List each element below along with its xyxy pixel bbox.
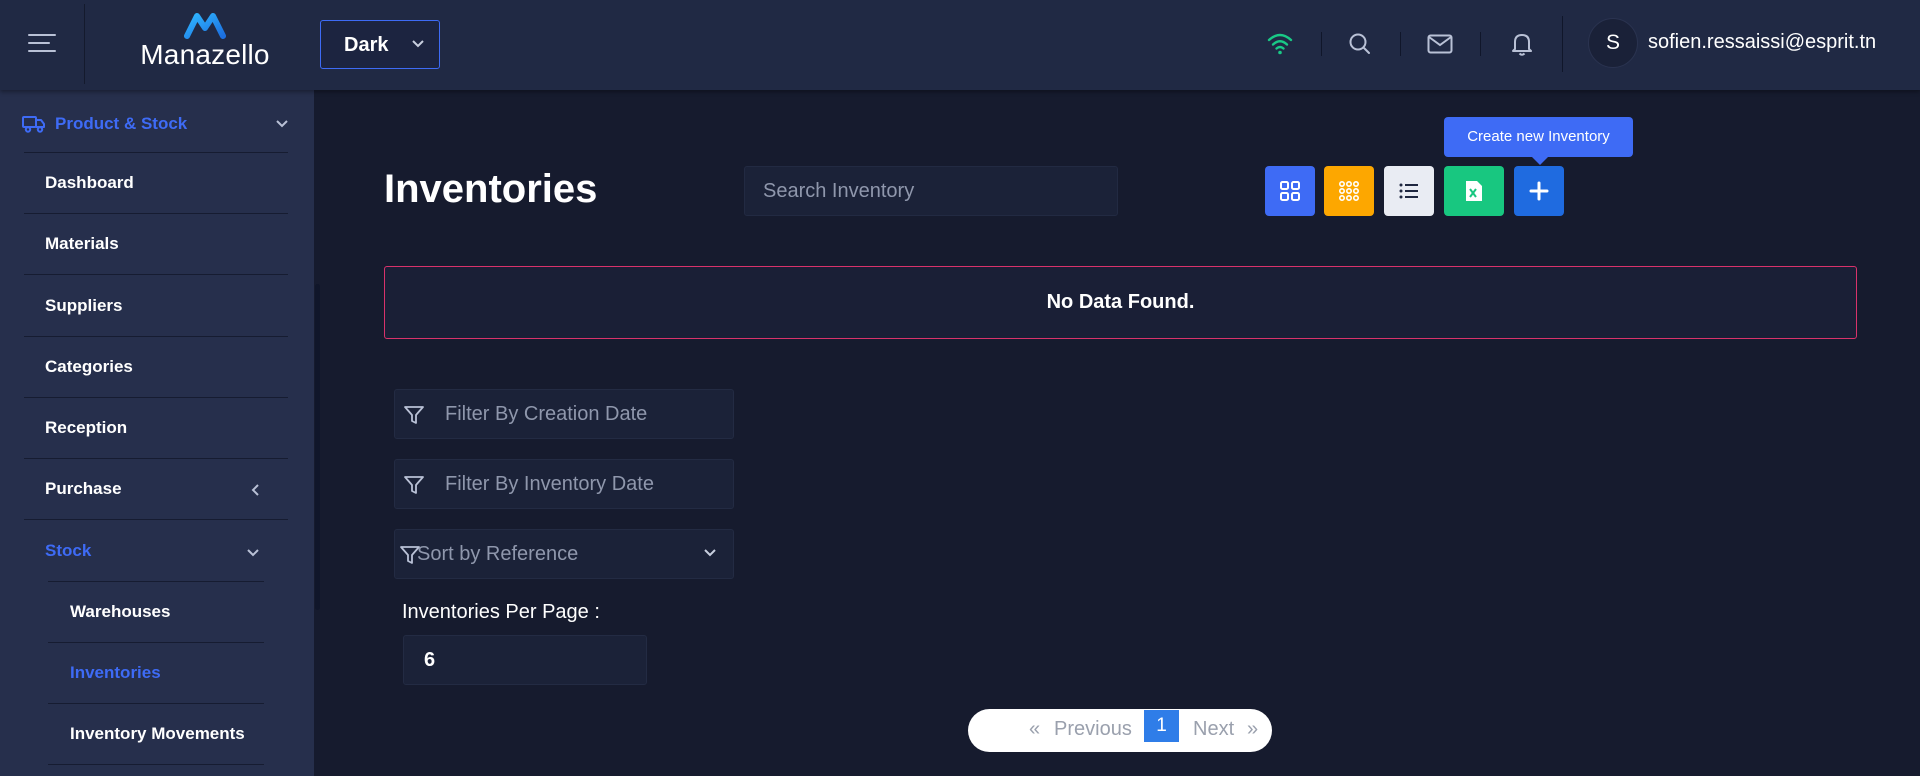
per-page-label: Inventories Per Page : — [402, 601, 600, 623]
sidebar-subitem-label: Warehouses — [70, 602, 171, 621]
pagination-next[interactable]: Next — [1193, 718, 1234, 741]
export-excel-button[interactable] — [1444, 166, 1504, 216]
mail-icon[interactable] — [1426, 30, 1454, 58]
chevron-left-icon — [251, 484, 259, 496]
sidebar-divider — [48, 703, 264, 704]
sidebar-item-label: Purchase — [45, 479, 122, 498]
empty-state-message: No Data Found. — [384, 266, 1857, 339]
grid-icon — [1280, 181, 1300, 201]
excel-file-icon — [1466, 181, 1482, 201]
apps-icon — [1338, 180, 1360, 202]
user-avatar[interactable]: S — [1588, 18, 1638, 68]
filter-icon — [404, 476, 424, 494]
sidebar-subitem-label: Inventories — [70, 663, 161, 682]
list-icon — [1399, 183, 1418, 199]
pagination-last[interactable]: » — [1247, 718, 1258, 741]
theme-select-value: Dark — [344, 34, 389, 56]
sidebar-scrollbar[interactable] — [315, 284, 320, 610]
theme-select[interactable]: Dark — [320, 20, 440, 69]
create-inventory-button[interactable] — [1514, 166, 1564, 216]
logo-mark-icon — [184, 13, 226, 39]
search-input[interactable] — [744, 166, 1118, 216]
filter-creation-date-placeholder: Filter By Creation Date — [445, 403, 648, 425]
sidebar-item-categories[interactable]: Categories — [45, 357, 133, 377]
list-view-button[interactable] — [1384, 166, 1434, 216]
sidebar-divider — [24, 152, 288, 153]
sidebar-divider — [48, 581, 264, 582]
page-title: Inventories — [384, 167, 598, 211]
sidebar-item-label: Materials — [45, 234, 119, 253]
filter-icon — [404, 406, 424, 424]
filter-inventory-date-placeholder: Filter By Inventory Date — [445, 473, 654, 495]
sidebar-item-materials[interactable]: Materials — [45, 234, 119, 254]
header-divider — [84, 4, 85, 84]
search-icon[interactable] — [1346, 30, 1374, 58]
sidebar-subitem-inventories[interactable]: Inventories — [70, 663, 161, 683]
sidebar-section-product-stock[interactable]: Product & Stock — [22, 112, 292, 142]
menu-icon[interactable] — [28, 34, 56, 54]
filter-creation-date[interactable]: Filter By Creation Date — [394, 389, 734, 439]
sidebar-divider — [24, 519, 288, 520]
sidebar-item-label: Dashboard — [45, 173, 134, 192]
sort-select-value: Sort by Reference — [417, 543, 579, 565]
per-page-input[interactable]: 6 — [403, 635, 647, 685]
wifi-icon[interactable] — [1266, 30, 1294, 58]
sidebar-item-purchase[interactable]: Purchase — [45, 479, 265, 503]
top-header: Manazello Dark S sofien.ressaissi@esprit… — [0, 0, 1920, 90]
chevron-down-icon — [412, 40, 424, 48]
filter-inventory-date[interactable]: Filter By Inventory Date — [394, 459, 734, 509]
app-logo[interactable]: Manazello — [130, 10, 280, 78]
sidebar-item-label: Categories — [45, 357, 133, 376]
header-separator — [1480, 32, 1481, 56]
sidebar-divider — [24, 397, 288, 398]
logo-text: Manazello — [140, 39, 270, 70]
sidebar-divider — [24, 274, 288, 275]
pagination-page-current[interactable]: 1 — [1144, 710, 1179, 742]
pagination-previous[interactable]: Previous — [1054, 718, 1132, 741]
bell-icon[interactable] — [1508, 30, 1536, 58]
sidebar-divider — [24, 213, 288, 214]
sidebar-item-stock[interactable]: Stock — [45, 541, 265, 565]
chevron-down-icon — [276, 120, 288, 128]
chevron-down-icon — [247, 549, 259, 557]
sidebar: Product & Stock Dashboard Materials Supp… — [0, 90, 314, 776]
sidebar-divider — [48, 764, 264, 765]
sidebar-item-suppliers[interactable]: Suppliers — [45, 296, 122, 316]
per-page-value: 6 — [424, 649, 436, 671]
apps-view-button[interactable] — [1324, 166, 1374, 216]
sidebar-divider — [48, 642, 264, 643]
header-separator — [1562, 16, 1563, 72]
grid-view-button[interactable] — [1265, 166, 1315, 216]
pagination-first[interactable]: « — [1029, 718, 1040, 741]
sidebar-divider — [24, 336, 288, 337]
sidebar-item-reception[interactable]: Reception — [45, 418, 127, 438]
sidebar-item-label: Reception — [45, 418, 128, 437]
header-separator — [1321, 32, 1322, 56]
sidebar-divider — [24, 458, 288, 459]
sidebar-item-label: Suppliers — [45, 296, 123, 315]
sidebar-subitem-inventory-movements[interactable]: Inventory Movements — [70, 724, 245, 744]
truck-icon — [22, 116, 45, 133]
header-separator — [1400, 32, 1401, 56]
pagination: « Previous 1 Next » — [968, 709, 1272, 752]
create-inventory-tooltip: Create new Inventory — [1444, 117, 1633, 165]
chevron-down-icon — [704, 549, 716, 557]
sort-select[interactable]: Sort by Reference — [394, 529, 734, 579]
sidebar-item-dashboard[interactable]: Dashboard — [45, 173, 134, 193]
sidebar-section-label: Product & Stock — [55, 114, 188, 133]
sidebar-subitem-label: Inventory Movements — [70, 724, 245, 743]
sidebar-subitem-warehouses[interactable]: Warehouses — [70, 602, 170, 622]
sidebar-item-label: Stock — [45, 541, 92, 560]
user-email[interactable]: sofien.ressaissi@esprit.tn — [1648, 31, 1876, 54]
plus-icon — [1529, 181, 1549, 201]
